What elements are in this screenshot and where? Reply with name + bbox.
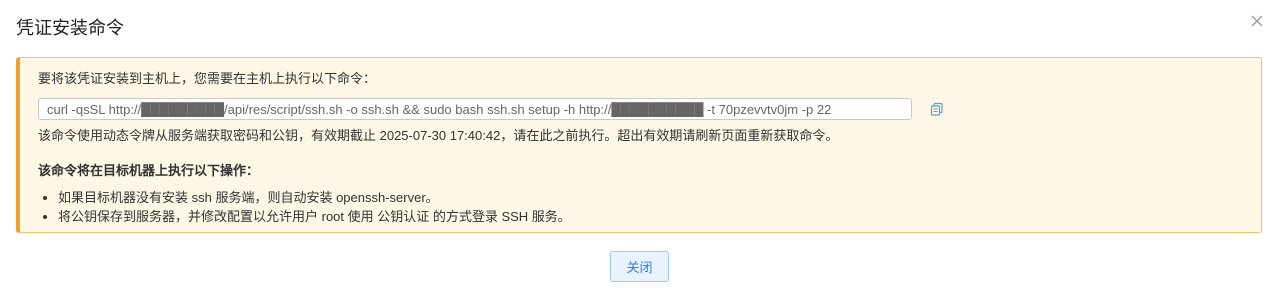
command-field-wrapper [38,98,912,120]
close-icon[interactable] [1250,14,1264,28]
command-input[interactable] [39,99,911,119]
expiry-note: 该命令使用动态令牌从服务端获取密码和公钥，有效期截止 2025-07-30 17… [38,128,839,143]
copy-icon[interactable] [930,102,944,116]
list-item: 将公钥保存到服务器，并修改配置以允许用户 root 使用 公钥认证 的方式登录 … [58,207,571,226]
info-panel: 要将该凭证安装到主机上，您需要在主机上执行以下命令： 该命令使用动态令牌从服务端… [16,57,1262,233]
close-button[interactable]: 关闭 [610,251,669,282]
credential-install-dialog: 凭证安装命令 要将该凭证安装到主机上，您需要在主机上执行以下命令： 该命令使用动… [0,0,1280,299]
operations-list: 如果目标机器没有安装 ssh 服务端，则自动安装 openssh-server。… [38,188,571,226]
intro-text: 要将该凭证安装到主机上，您需要在主机上执行以下命令： [38,71,377,86]
dialog-title: 凭证安装命令 [16,18,124,38]
list-item: 如果目标机器没有安装 ssh 服务端，则自动安装 openssh-server。 [58,188,571,207]
operations-title: 该命令将在目标机器上执行以下操作： [38,163,260,178]
